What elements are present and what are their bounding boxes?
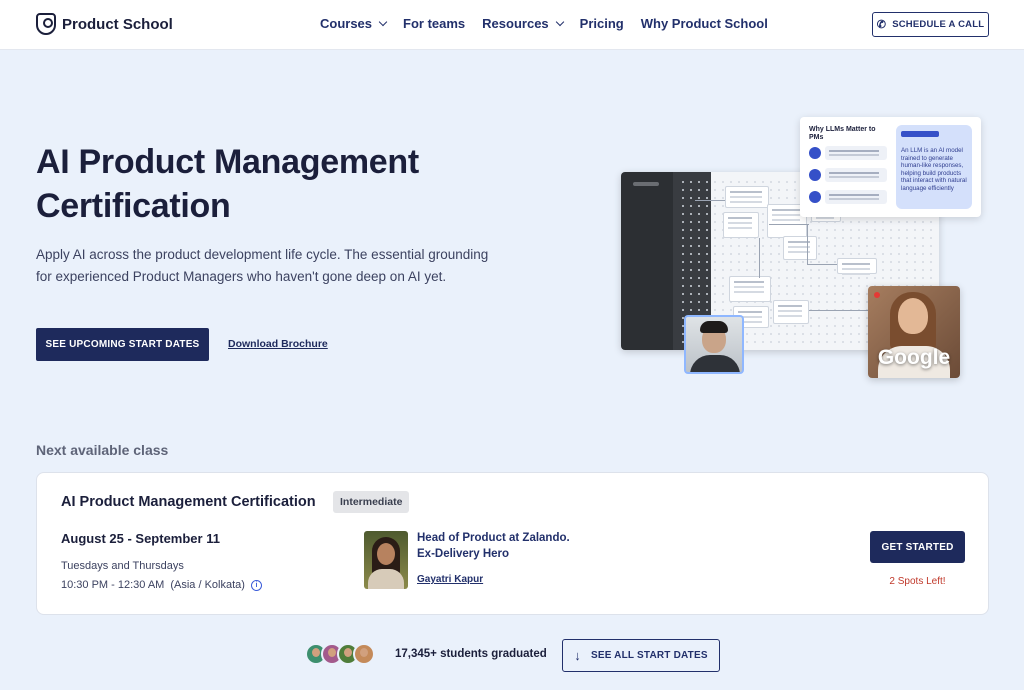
nav-resources-label: Resources: [482, 16, 549, 31]
level-badge: Intermediate: [333, 491, 410, 513]
class-time-value: 10:30 PM - 12:30 AM: [61, 579, 165, 591]
see-all-start-dates-button[interactable]: ↓ SEE ALL START DATES: [562, 639, 720, 672]
next-class-heading: Next available class: [36, 442, 169, 458]
info-icon[interactable]: i: [250, 579, 262, 591]
llm-card-title: Why LLMs Matter to PMs: [809, 126, 876, 141]
nav-for-teams-label: For teams: [403, 16, 466, 31]
nav-pricing[interactable]: Pricing: [580, 16, 624, 31]
site-header: Product School Courses For teams Resourc…: [0, 0, 1024, 50]
llm-answer-text: An LLM is an AI model trained to generat…: [901, 147, 967, 192]
nav-for-teams[interactable]: For teams: [403, 16, 465, 31]
spots-left-text: 2 Spots Left!: [889, 576, 946, 587]
chevron-down-icon: [378, 17, 388, 27]
page-title: AI Product Management Certification: [36, 143, 419, 225]
main-nav: Courses For teams Resources Pricing Why …: [320, 16, 768, 31]
instructor-video-tile: Google: [868, 286, 960, 378]
download-brochure-link[interactable]: Download Brochure: [228, 338, 328, 350]
nav-courses-label: Courses: [320, 16, 373, 31]
instructor-photo: [364, 531, 408, 589]
get-started-button[interactable]: GET STARTED: [870, 531, 965, 563]
app-sidebar: [621, 172, 673, 350]
class-days: Tuesdays and Thursdays: [61, 560, 184, 572]
recording-dot-icon: [874, 292, 880, 298]
nav-why-label: Why Product School: [640, 16, 768, 31]
logo[interactable]: Product School: [36, 13, 173, 35]
see-all-label: SEE ALL START DATES: [590, 650, 708, 661]
graduate-avatars: [305, 643, 375, 665]
google-label: Google: [877, 346, 951, 369]
class-time: 10:30 PM - 12:30 AM (Asia / Kolkata) i: [61, 579, 262, 591]
nav-courses[interactable]: Courses: [320, 16, 388, 31]
student-video-tile: [684, 315, 744, 374]
phone-icon: ✆: [876, 19, 887, 31]
nav-pricing-label: Pricing: [579, 16, 624, 31]
class-card: AI Product Management Certification Inte…: [36, 472, 989, 615]
instructor-name-link[interactable]: Gayatri Kapur: [417, 574, 483, 585]
students-graduated-text: 17,345+ students graduated: [395, 648, 547, 660]
class-dates: August 25 - September 11: [61, 531, 220, 546]
llm-info-card: Why LLMs Matter to PMs An LLM is an AI m…: [800, 117, 981, 217]
chevron-down-icon: [555, 17, 564, 27]
see-start-dates-button[interactable]: SEE UPCOMING START DATES: [36, 328, 209, 361]
avatar: [353, 643, 375, 665]
nav-why-product-school[interactable]: Why Product School: [641, 16, 768, 31]
hero-description: Apply AI across the product development …: [36, 247, 489, 284]
product-school-logo-icon: [36, 13, 56, 35]
schedule-call-label: SCHEDULE A CALL: [892, 19, 985, 30]
schedule-call-button[interactable]: ✆ SCHEDULE A CALL: [872, 12, 989, 37]
arrow-down-icon: ↓: [574, 648, 581, 663]
class-title: AI Product Management Certification: [61, 494, 316, 510]
llm-answer-bubble: An LLM is an AI model trained to generat…: [896, 125, 972, 209]
logo-text: Product School: [62, 15, 173, 33]
class-timezone: (Asia / Kolkata): [170, 579, 245, 591]
nav-resources[interactable]: Resources: [482, 16, 564, 31]
instructor-role: Head of Product at Zalando. Ex-Delivery …: [417, 532, 570, 560]
